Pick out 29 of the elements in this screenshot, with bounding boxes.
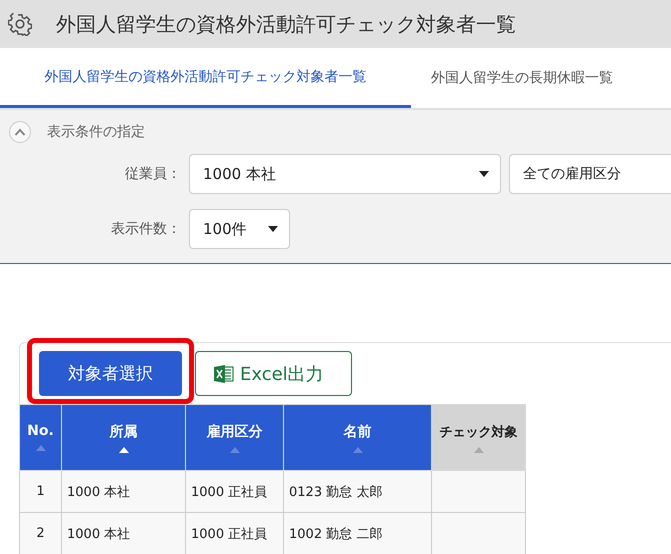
- excel-button[interactable]: Excel出力: [195, 351, 352, 396]
- table-cell: 1000 正社員: [186, 470, 284, 512]
- section-title: 表示条件の指定: [47, 123, 145, 141]
- collapse-icon[interactable]: [9, 121, 31, 143]
- table-cell: 1: [20, 470, 62, 512]
- spreadsheet-icon: [214, 364, 234, 382]
- count-dropdown[interactable]: 100件: [189, 209, 290, 249]
- employee-dropdown[interactable]: 1000 本社: [189, 154, 501, 194]
- table-cell: 0123 勤怠 太郎: [284, 470, 432, 512]
- caret-icon: [267, 225, 279, 233]
- page-title: 外国人留学生の資格外活動許可チェック対象者一覧: [56, 10, 516, 38]
- table-cell: 2: [20, 512, 62, 554]
- table-cell: 1002 勤怠 二郎: [284, 512, 432, 554]
- table-cell: 1000 本社: [62, 470, 186, 512]
- table-cell: 1000 本社: [62, 512, 186, 554]
- select-button[interactable]: 対象者選択: [39, 351, 182, 396]
- tab[interactable]: 外国人留学生の長期休暇一覧: [411, 48, 633, 108]
- settings-icon[interactable]: [8, 12, 32, 36]
- caret-icon: [478, 170, 490, 178]
- column-header[interactable]: 名前: [284, 404, 432, 470]
- table-cell: 1000 正社員: [186, 512, 284, 554]
- field-label: 表示件数：: [110, 220, 181, 238]
- field-label: 従業員：: [124, 165, 181, 183]
- column-header[interactable]: チェック対象: [432, 404, 526, 470]
- sort-icon[interactable]: [118, 447, 128, 453]
- column-header[interactable]: No.: [20, 404, 62, 470]
- column-header[interactable]: 所属: [62, 404, 186, 470]
- column-header[interactable]: 雇用区分: [186, 404, 284, 470]
- category-dropdown[interactable]: 全ての雇用区分: [509, 154, 671, 194]
